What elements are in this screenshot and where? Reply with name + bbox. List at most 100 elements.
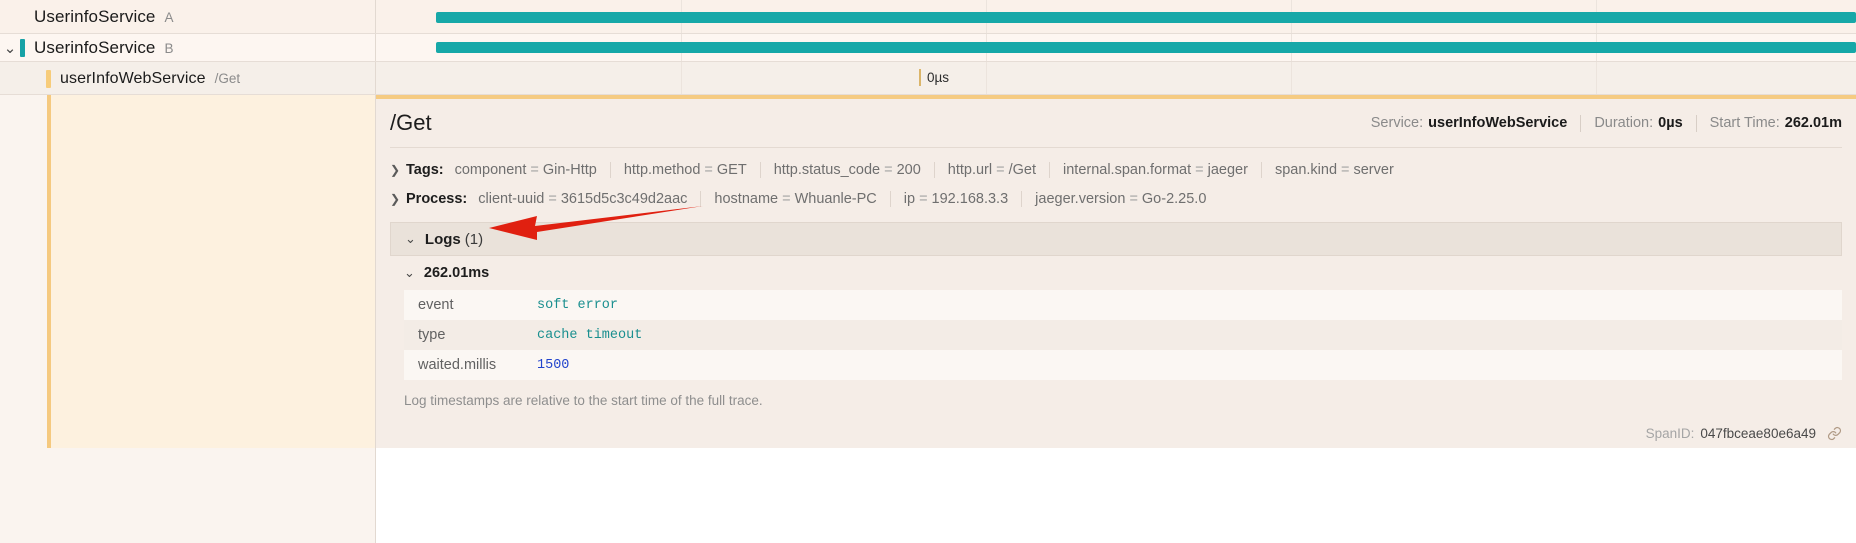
span-color-accent xyxy=(46,70,51,88)
logs-title: Logs xyxy=(425,231,461,248)
tags-row[interactable]: ❯ Tags: component=Gin-Http http.method=G… xyxy=(390,155,1842,184)
span-detail-panel: /Get Service: userInfoWebService Duratio… xyxy=(376,95,1856,448)
span-detail-title: /Get xyxy=(390,110,432,136)
meta-value-start-time: 262.01m xyxy=(1785,115,1842,131)
process-item: jaeger.version=Go-2.25.0 xyxy=(1035,191,1206,207)
tag-item: http.method=GET xyxy=(624,162,747,178)
span-color-accent xyxy=(20,39,25,57)
tag-value: /Get xyxy=(1009,162,1036,178)
log-field-row: waited.millis 1500 xyxy=(404,350,1842,380)
process-label: Process: xyxy=(406,191,467,207)
tags-label: Tags: xyxy=(406,162,444,178)
tags-items: component=Gin-Http http.method=GET http.… xyxy=(455,162,1394,178)
meta-label-service: Service: xyxy=(1371,115,1423,131)
log-fields-table: event soft error type cache timeout wait… xyxy=(404,290,1842,380)
tag-key: span.kind xyxy=(1275,162,1337,178)
span-service-name: UserinfoService xyxy=(34,7,156,27)
process-value: 3615d5c3c49d2aac xyxy=(561,191,688,207)
link-icon[interactable] xyxy=(1827,426,1842,441)
span-name-column[interactable]: ⌄ UserinfoService A xyxy=(0,0,376,34)
span-id-footer: SpanID: 047fbceae80e6a49 xyxy=(1646,426,1842,441)
span-color-accent xyxy=(20,8,25,26)
log-field-key: type xyxy=(404,327,537,343)
span-bar-column[interactable]: 0µs xyxy=(376,62,1856,95)
log-field-value: 1500 xyxy=(537,358,569,373)
span-indent-guide xyxy=(47,95,51,448)
process-item: ip=192.168.3.3 xyxy=(904,191,1008,207)
log-field-value: soft error xyxy=(537,298,618,313)
tag-item: http.url=/Get xyxy=(948,162,1036,178)
span-name-column[interactable]: ⌄ userInfoWebService /Get xyxy=(0,62,376,95)
tag-value: jaeger xyxy=(1208,162,1248,178)
chevron-right-icon[interactable]: ❯ xyxy=(390,163,406,177)
tag-key: http.status_code xyxy=(774,162,880,178)
tag-key: http.method xyxy=(624,162,701,178)
tag-value: server xyxy=(1353,162,1393,178)
tag-item: component=Gin-Http xyxy=(455,162,597,178)
span-name-column[interactable]: ⌄ UserinfoService B xyxy=(0,34,376,62)
tag-item: internal.span.format=jaeger xyxy=(1063,162,1248,178)
tag-value: Gin-Http xyxy=(543,162,597,178)
meta-value-service: userInfoWebService xyxy=(1428,115,1567,131)
process-value: Whuanle-PC xyxy=(795,191,877,207)
span-detail-meta: Service: userInfoWebService Duration: 0µ… xyxy=(1371,115,1842,132)
span-duration-bar xyxy=(436,12,1856,23)
tag-key: internal.span.format xyxy=(1063,162,1191,178)
process-value: Go-2.25.0 xyxy=(1142,191,1207,207)
logs-count: (1) xyxy=(465,231,483,248)
span-id-label: SpanID: xyxy=(1646,426,1695,441)
meta-label-start-time: Start Time: xyxy=(1710,115,1780,131)
bottom-gutter xyxy=(0,448,376,543)
process-value: 192.168.3.3 xyxy=(932,191,1009,207)
meta-divider xyxy=(1580,115,1581,132)
span-row-selected[interactable]: ⌄ userInfoWebService /Get 0µs xyxy=(0,62,1856,95)
tick-marker-icon xyxy=(919,69,921,86)
log-field-row: type cache timeout xyxy=(404,320,1842,350)
bottom-content xyxy=(376,448,1856,543)
chevron-down-icon[interactable]: ⌄ xyxy=(404,265,415,281)
meta-label-duration: Duration: xyxy=(1594,115,1653,131)
span-operation-name: B xyxy=(165,41,174,56)
log-timestamp-row[interactable]: ⌄ 262.01ms xyxy=(390,256,1842,290)
logs-header[interactable]: ⌄ Logs (1) xyxy=(390,222,1842,256)
process-key: ip xyxy=(904,191,915,207)
process-key: hostname xyxy=(714,191,778,207)
process-items: client-uuid=3615d5c3c49d2aac hostname=Wh… xyxy=(478,191,1206,207)
process-key: client-uuid xyxy=(478,191,544,207)
meta-divider xyxy=(1696,115,1697,132)
meta-value-duration: 0µs xyxy=(1658,115,1682,131)
log-field-value: cache timeout xyxy=(537,328,642,343)
span-id-value: 047fbceae80e6a49 xyxy=(1700,426,1816,441)
span-bar-column[interactable] xyxy=(376,0,1856,34)
chevron-right-icon[interactable]: ❯ xyxy=(390,192,406,206)
tag-value: GET xyxy=(717,162,747,178)
tag-key: http.url xyxy=(948,162,992,178)
log-timestamps-note: Log timestamps are relative to the start… xyxy=(404,393,1842,408)
logs-section: ⌄ Logs (1) ⌄ 262.01ms event soft error t… xyxy=(390,222,1842,408)
process-row[interactable]: ❯ Process: client-uuid=3615d5c3c49d2aac … xyxy=(390,184,1842,213)
page-bottom xyxy=(0,448,1856,543)
chevron-down-icon[interactable]: ⌄ xyxy=(0,41,20,56)
log-field-key: event xyxy=(404,297,537,313)
tag-value: 200 xyxy=(897,162,921,178)
log-field-key: waited.millis xyxy=(404,357,537,373)
timeline-tick: 0µs xyxy=(919,69,949,86)
tick-label: 0µs xyxy=(927,70,949,85)
span-row[interactable]: ⌄ UserinfoService A xyxy=(0,0,1856,34)
span-operation-name: /Get xyxy=(215,71,241,86)
log-timestamp: 262.01ms xyxy=(424,265,489,281)
process-item: hostname=Whuanle-PC xyxy=(714,191,876,207)
tag-item: http.status_code=200 xyxy=(774,162,921,178)
chevron-down-icon[interactable]: ⌄ xyxy=(405,231,416,247)
span-duration-bar xyxy=(436,42,1856,53)
selected-span-band xyxy=(51,95,375,448)
log-field-row: event soft error xyxy=(404,290,1842,320)
span-service-name: userInfoWebService xyxy=(60,70,206,88)
jaeger-trace-view: ⌄ UserinfoService A ⌄ UserinfoService B xyxy=(0,0,1856,543)
span-row[interactable]: ⌄ UserinfoService B xyxy=(0,34,1856,62)
tag-key: component xyxy=(455,162,527,178)
span-bar-column[interactable] xyxy=(376,34,1856,62)
span-operation-name: A xyxy=(165,10,174,25)
process-item: client-uuid=3615d5c3c49d2aac xyxy=(478,191,687,207)
tag-item: span.kind=server xyxy=(1275,162,1394,178)
